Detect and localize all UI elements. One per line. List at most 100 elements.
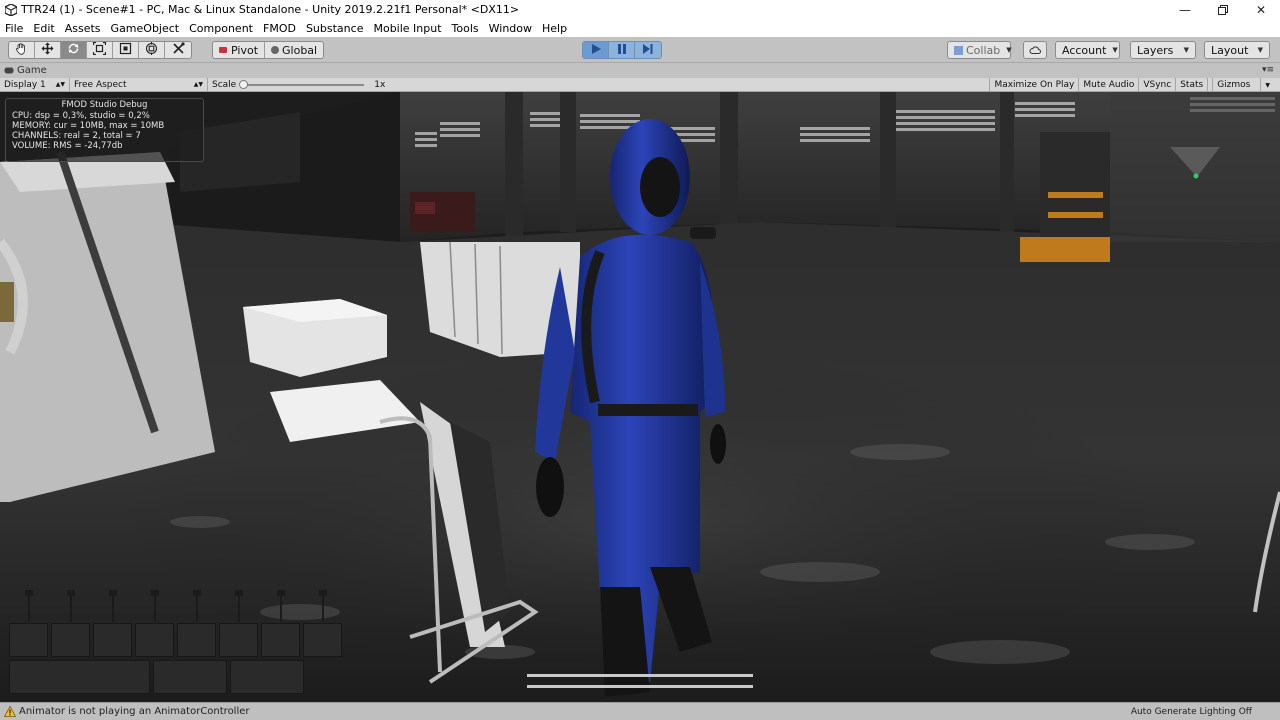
account-label: Account (1062, 43, 1107, 57)
inventory-slot-7[interactable] (261, 623, 300, 657)
menu-substance[interactable]: Substance (301, 22, 369, 35)
menu-file[interactable]: File (0, 22, 28, 35)
inventory-slot-1[interactable] (9, 623, 48, 657)
transform-tool-button[interactable] (139, 42, 165, 58)
scene-render (0, 92, 1280, 702)
rect-icon (119, 42, 132, 58)
display-label: Display 1 (4, 79, 46, 90)
transform-tools (8, 41, 192, 59)
fmod-channels: CHANNELS: real = 2, total = 7 (12, 131, 141, 141)
chevron-down-icon: ▼ (1112, 46, 1118, 54)
slot-peg-icon (154, 595, 156, 622)
status-bar: Animator is not playing an AnimatorContr… (0, 702, 1280, 720)
slot-peg-icon (28, 595, 30, 622)
menu-fmod[interactable]: FMOD (258, 22, 301, 35)
menu-bar: File Edit Assets GameObject Component FM… (0, 19, 1280, 37)
slot-peg-icon (70, 595, 72, 622)
chevron-down-icon: ▼ (1183, 46, 1189, 54)
mute-audio-toggle[interactable]: Mute Audio (1078, 78, 1138, 92)
inventory-slot-6[interactable] (219, 623, 258, 657)
console-message[interactable]: Animator is not playing an AnimatorContr… (19, 706, 250, 717)
cloud-button[interactable] (1023, 41, 1047, 59)
aspect-dropdown[interactable]: Free Aspect ▲▼ (70, 77, 208, 92)
playback-controls (582, 41, 662, 59)
rect-tool-button[interactable] (113, 42, 139, 58)
scale-slider-thumb[interactable] (239, 79, 249, 89)
restore-icon[interactable] (1204, 0, 1242, 19)
fmod-volume: VOLUME: RMS = -24,77db (12, 141, 123, 151)
inventory-wide-slot-2[interactable] (153, 660, 227, 694)
game-view-bar: Display 1 ▲▼ Free Aspect ▲▼ Scale 1x Max… (0, 77, 1280, 92)
layers-dropdown[interactable]: Layers ▼ (1130, 41, 1196, 59)
scale-value: 1x (374, 79, 386, 90)
vsync-toggle[interactable]: VSync (1138, 78, 1175, 92)
slot-peg-icon (238, 595, 240, 622)
step-icon (643, 43, 653, 57)
game-viewport[interactable] (0, 92, 1280, 702)
menu-mobile-input[interactable]: Mobile Input (368, 22, 446, 35)
fmod-debug-panel: FMOD Studio Debug CPU: dsp = 0,3%, studi… (5, 98, 204, 162)
transform-icon (145, 42, 158, 58)
rotate-tool-button[interactable] (61, 42, 87, 58)
global-label: Global (282, 43, 318, 57)
move-tool-button[interactable] (35, 42, 61, 58)
menu-component[interactable]: Component (184, 22, 258, 35)
step-button[interactable] (635, 42, 661, 58)
globe-icon (271, 46, 280, 54)
chevron-down-icon: ▼ (1260, 78, 1274, 92)
menu-help[interactable]: Help (537, 22, 572, 35)
stats-toggle[interactable]: Stats (1175, 78, 1207, 92)
custom-tool-icon (172, 42, 185, 58)
health-bar (527, 685, 753, 688)
hand-tool-button[interactable] (9, 42, 35, 58)
play-button[interactable] (583, 42, 609, 58)
global-button[interactable]: Global (265, 42, 323, 58)
gizmos-dropdown[interactable]: Gizmos ▼ (1207, 78, 1280, 92)
collab-button[interactable]: Collab ▼ (947, 41, 1012, 59)
inventory-slot-8[interactable] (303, 623, 342, 657)
custom-tool-button[interactable] (165, 42, 191, 58)
menu-edit[interactable]: Edit (28, 22, 59, 35)
collab-label: Collab (966, 43, 1001, 57)
fmod-cpu: CPU: dsp = 0,3%, studio = 0,2% (12, 111, 150, 121)
lighting-status[interactable]: Auto Generate Lighting Off (1131, 707, 1252, 717)
slot-peg-icon (322, 595, 324, 622)
maximize-on-play-toggle[interactable]: Maximize On Play (989, 78, 1078, 92)
pause-button[interactable] (609, 42, 635, 58)
menu-tools[interactable]: Tools (447, 22, 484, 35)
warning-icon (4, 706, 16, 717)
tab-row: Game ▾≡ (0, 63, 1280, 78)
main-toolbar: Pivot Global Collab ▼ Account ▼ Layers ▼ (0, 37, 1280, 63)
inventory-wide-slot-3[interactable] (230, 660, 304, 694)
scale-tool-button[interactable] (87, 42, 113, 58)
scale-slider[interactable] (239, 79, 365, 89)
tab-game[interactable]: Game (4, 65, 47, 76)
tab-menu-icon[interactable]: ▾≡ (1262, 65, 1274, 75)
close-icon[interactable]: ✕ (1242, 0, 1280, 19)
inventory-slot-4[interactable] (135, 623, 174, 657)
pivot-icon (219, 47, 227, 53)
account-dropdown[interactable]: Account ▼ (1055, 41, 1120, 59)
slot-peg-icon (196, 595, 198, 622)
pause-icon (617, 43, 627, 57)
minimize-icon[interactable]: — (1166, 0, 1204, 19)
menu-assets[interactable]: Assets (60, 22, 106, 35)
up-down-icon: ▲▼ (55, 81, 65, 88)
inventory-slot-2[interactable] (51, 623, 90, 657)
menu-gameobject[interactable]: GameObject (106, 22, 185, 35)
slot-peg-icon (112, 595, 114, 622)
menu-window[interactable]: Window (484, 22, 537, 35)
inventory-slot-5[interactable] (177, 623, 216, 657)
rotate-icon (67, 42, 80, 58)
inventory-slot-3[interactable] (93, 623, 132, 657)
layout-dropdown[interactable]: Layout ▼ (1204, 41, 1270, 59)
display-dropdown[interactable]: Display 1 ▲▼ (0, 77, 70, 92)
aspect-label: Free Aspect (74, 79, 127, 90)
fmod-memory: MEMORY: cur = 10MB, max = 10MB (12, 121, 165, 131)
layers-label: Layers (1137, 43, 1174, 57)
pivot-button[interactable]: Pivot (213, 42, 266, 58)
cloud-icon (1029, 44, 1041, 57)
layout-label: Layout (1211, 43, 1249, 57)
inventory-wide-slot-1[interactable] (9, 660, 150, 694)
tab-game-label: Game (17, 65, 47, 76)
